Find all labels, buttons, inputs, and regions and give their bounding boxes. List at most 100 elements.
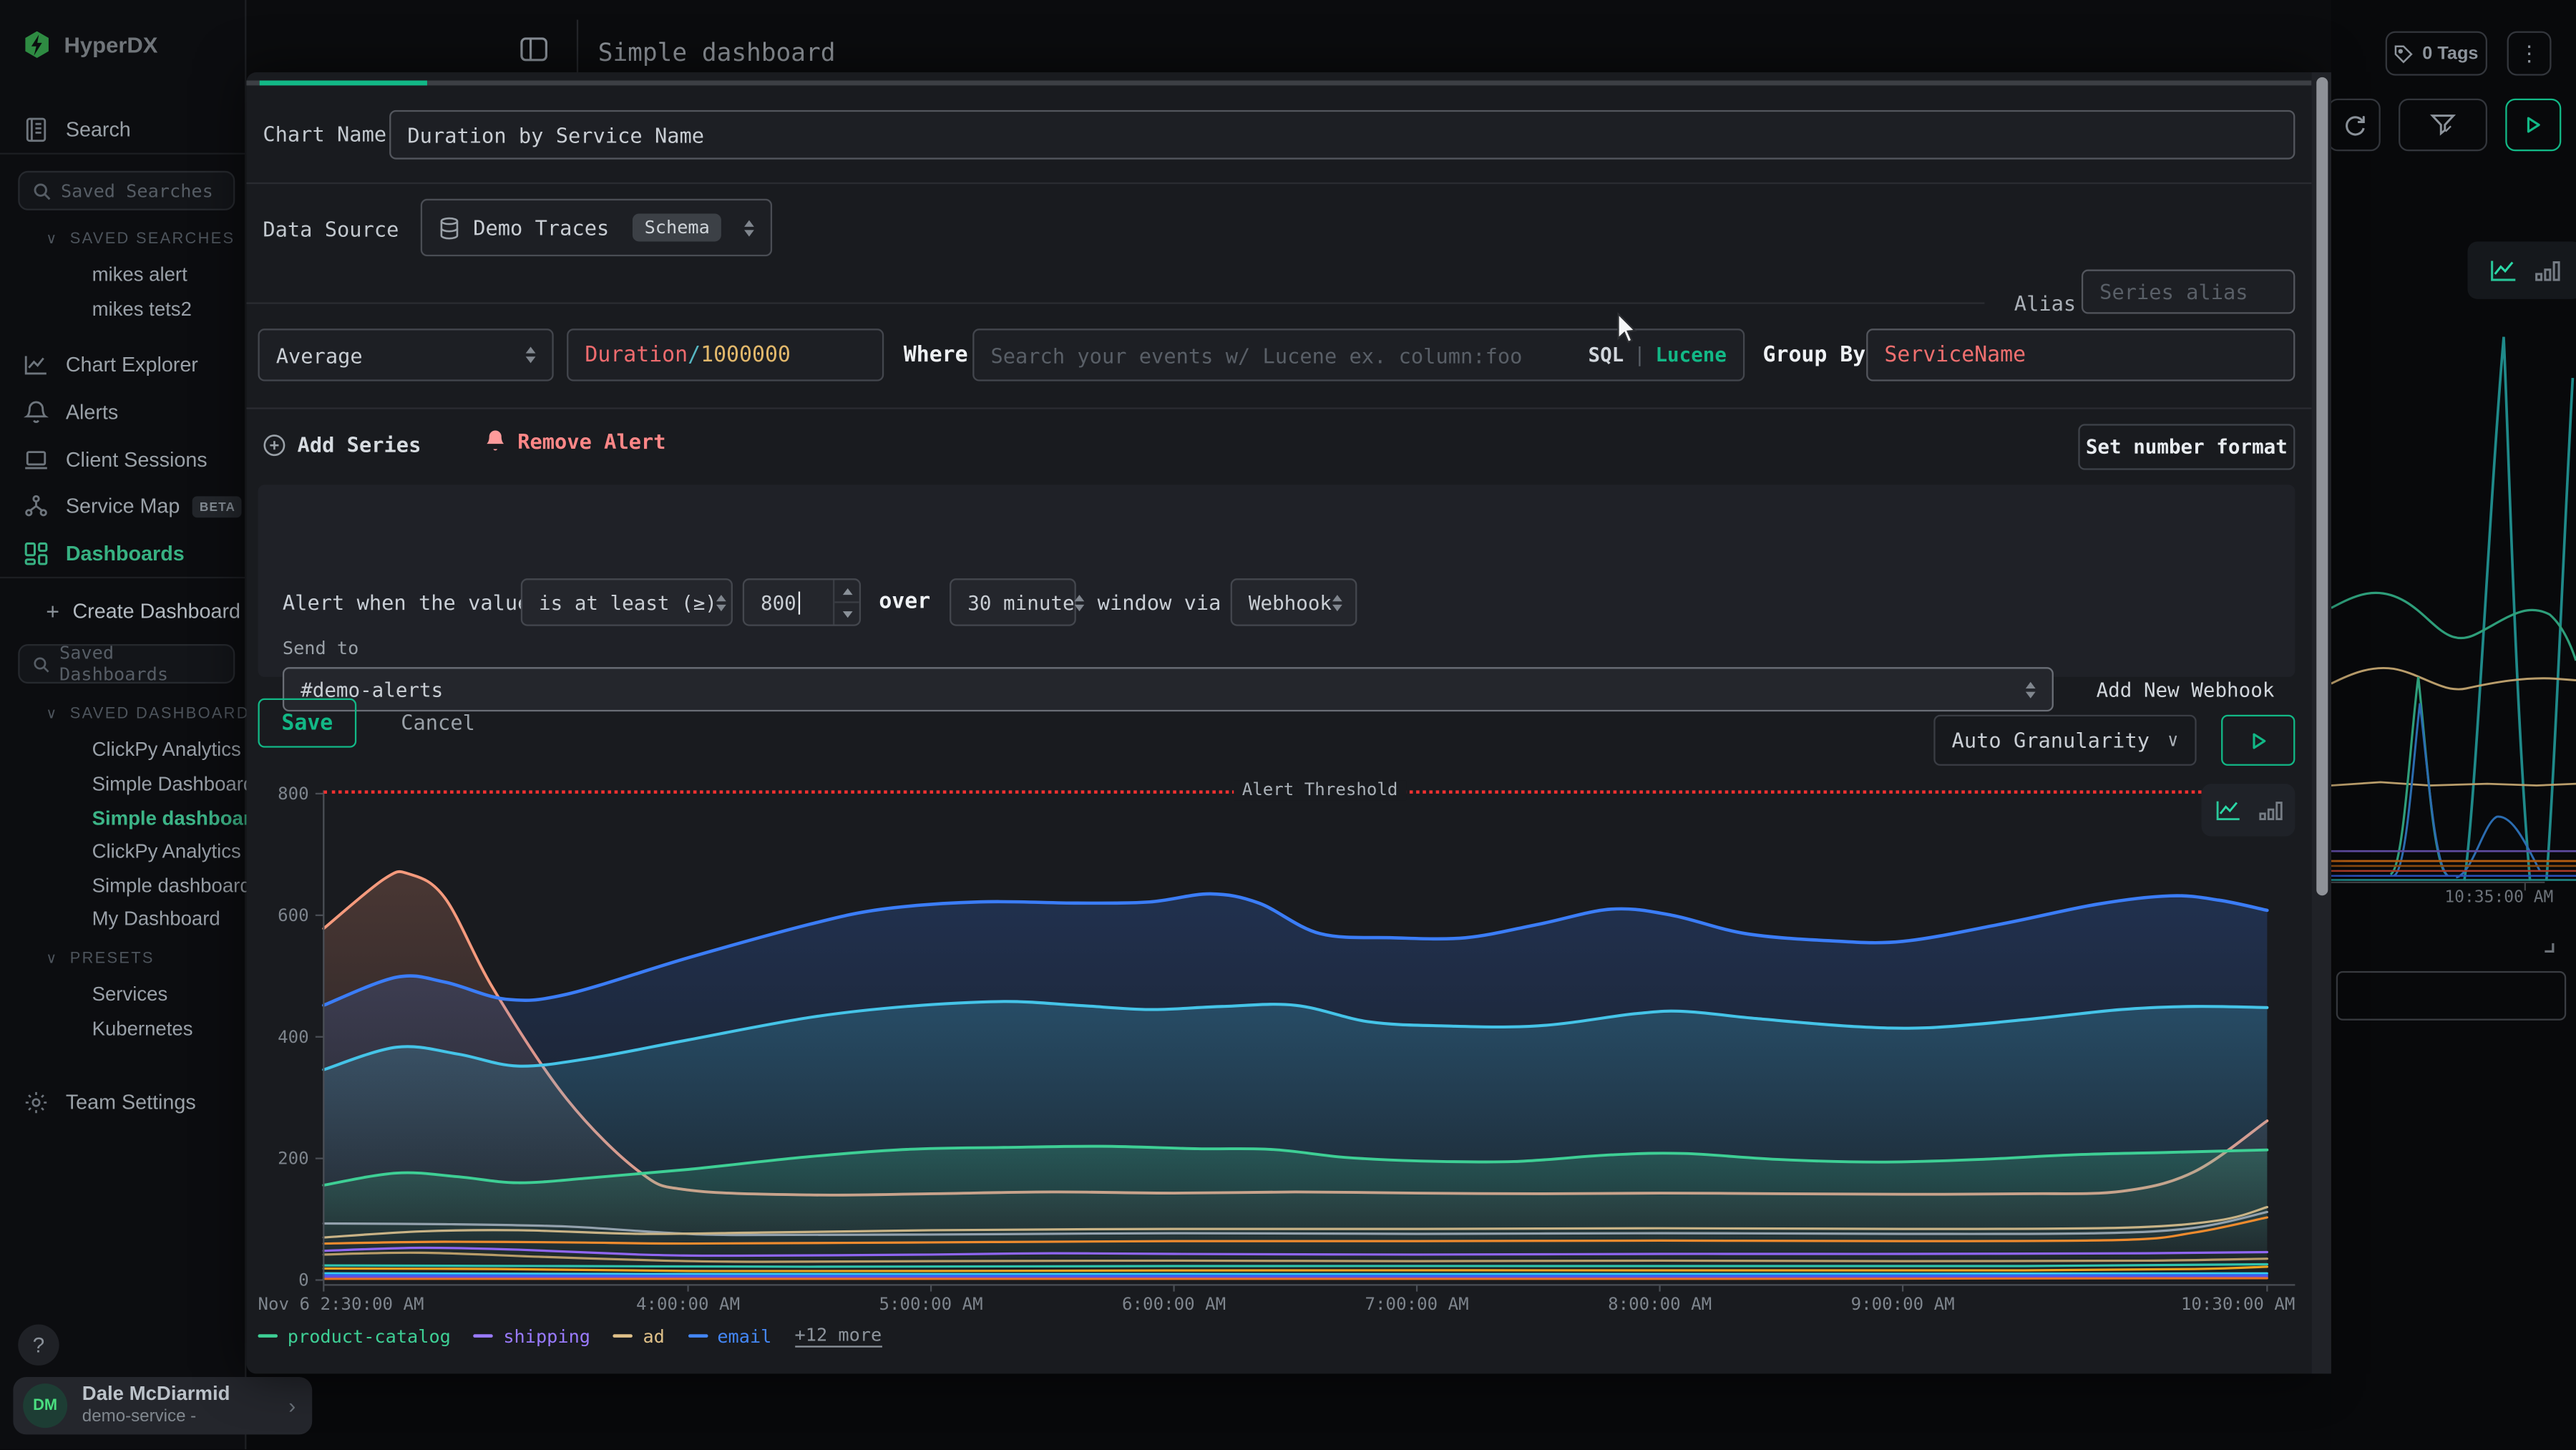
saved-dashboards-input[interactable]: Saved Dashboards (18, 644, 235, 683)
bar-chart-icon[interactable] (2258, 798, 2283, 822)
legend-swatch (688, 1334, 708, 1338)
brand[interactable]: HyperDX (23, 29, 157, 61)
sidebar-item-service-map[interactable]: Service Map BETA (0, 488, 246, 525)
create-dashboard-label: Create Dashboard (72, 600, 240, 623)
chevron-down-icon: ∨ (46, 950, 58, 968)
sidebar-item-label: Alerts (66, 401, 118, 424)
brand-name: HyperDX (64, 33, 158, 57)
section-label: PRESETS (70, 950, 155, 968)
saved-search-item[interactable]: mikes alert (92, 263, 187, 286)
y-tick-label: 600 (278, 905, 309, 925)
legend-item[interactable]: email (688, 1325, 771, 1347)
duration-chart: 0200400600800Nov 6 2:30:00 AM4:00:00 AM5… (246, 72, 2311, 1373)
saved-dashboards-placeholder: Saved Dashboards (59, 644, 220, 683)
legend-item[interactable]: product-catalog (258, 1325, 450, 1347)
play-icon (2524, 115, 2544, 135)
legend-item[interactable]: shipping (474, 1325, 590, 1347)
sidebar-divider (0, 577, 246, 578)
legend-item[interactable]: ad (613, 1325, 665, 1347)
x-tick-label: 10:30:00 AM (2181, 1294, 2296, 1314)
alert-threshold-label: Alert Threshold (1234, 781, 1406, 801)
gear-icon (23, 1089, 49, 1116)
saved-searches-placeholder: Saved Searches (61, 180, 213, 201)
dashboard-item[interactable]: My Dashboard (92, 907, 220, 930)
cyan2-line (323, 1273, 2267, 1274)
chart-explorer-icon (23, 351, 49, 378)
legend-label: email (717, 1325, 771, 1347)
sidebar-item-label: Service Map (66, 495, 180, 517)
sidebar-item-label: Client Sessions (66, 449, 208, 472)
dashboard-item[interactable]: ClickPy Analytics (92, 738, 241, 761)
x-tick-label: 4:00:00 AM (636, 1294, 740, 1314)
chevron-down-icon: ∨ (46, 705, 58, 723)
page-title: Simple dashboard (598, 38, 836, 67)
dashboard-item[interactable]: ClickPy Analytics (92, 840, 241, 862)
legend-label: ad (643, 1325, 664, 1347)
run-query-button[interactable] (2505, 99, 2561, 151)
sidebar-item-client-sessions[interactable]: Client Sessions (0, 442, 246, 479)
more-menu-button[interactable]: ⋮ (2507, 31, 2552, 76)
modal-scrollbar-thumb[interactable] (2316, 77, 2327, 895)
sidebar: HyperDX Search Saved Searches ∨ SAVED SE… (0, 0, 246, 1450)
search-doc-icon (23, 117, 49, 143)
magnifier-icon (33, 182, 51, 200)
sidebar-item-label: Chart Explorer (66, 354, 198, 376)
filter-icon (2430, 112, 2457, 138)
app-root: Simple dashboard 0 Tags ⋮ (0, 0, 2576, 1450)
service-map-icon (23, 493, 49, 520)
mouse-cursor (1616, 312, 1639, 345)
y-tick-label: 0 (298, 1270, 309, 1290)
x-tick-label: 7:00:00 AM (1365, 1294, 1469, 1314)
chart-type-toggle (2202, 784, 2296, 836)
preset-item[interactable]: Kubernetes (92, 1017, 193, 1040)
bar-chart-icon[interactable] (2535, 257, 2562, 283)
filter-button[interactable] (2399, 99, 2487, 151)
resize-handle-icon[interactable] (2538, 937, 2555, 953)
sidebar-item-label: Dashboards (66, 542, 185, 565)
blue2-line (323, 1275, 2267, 1276)
create-dashboard-button[interactable]: + Create Dashboard (0, 593, 246, 630)
saved-searches-input[interactable]: Saved Searches (18, 171, 235, 210)
section-label: SAVED SEARCHES (70, 230, 235, 248)
plus-icon: + (46, 598, 59, 625)
x-tick-label: 8:00:00 AM (1608, 1294, 1712, 1314)
dashboard-item[interactable]: Simple Dashboard (92, 772, 255, 795)
preset-item[interactable]: Services (92, 983, 168, 1006)
x-tick-label: 9:00:00 AM (1851, 1294, 1955, 1314)
line-chart-icon[interactable] (2489, 257, 2518, 283)
y-tick-label: 200 (278, 1149, 309, 1169)
x-tick-label: 6:00:00 AM (1122, 1294, 1226, 1314)
saved-search-item[interactable]: mikes tets2 (92, 298, 192, 321)
user-name: Dale McDiarmid (82, 1383, 230, 1407)
help-label: ? (33, 1333, 45, 1357)
tags-button[interactable]: 0 Tags (2386, 31, 2487, 76)
magnifier-icon (33, 655, 49, 673)
beta-badge: BETA (193, 495, 243, 517)
dashboard-item-active[interactable]: Simple dashboard (92, 807, 263, 829)
bg-panel-outline (2336, 971, 2566, 1021)
sidebar-item-chart-explorer[interactable]: Chart Explorer (0, 346, 246, 383)
sidebar-collapse-button[interactable] (519, 34, 549, 64)
sidebar-item-search[interactable]: Search (0, 112, 246, 148)
chart-legend: product-catalog shipping ad email +12 more (258, 1325, 882, 1348)
sidebar-item-alerts[interactable]: Alerts (0, 394, 246, 431)
bg-chart-toggle (2467, 242, 2576, 299)
legend-swatch (613, 1334, 633, 1338)
background-chart (2331, 312, 2576, 904)
chevron-down-icon: ∨ (46, 230, 58, 248)
refresh-button[interactable] (2328, 99, 2380, 151)
legend-more-link[interactable]: +12 more (795, 1325, 882, 1348)
section-saved-dashboards[interactable]: ∨ SAVED DASHBOARDS (46, 705, 261, 723)
panel-left-icon (519, 34, 549, 64)
help-button[interactable]: ? (18, 1325, 59, 1366)
section-presets[interactable]: ∨ PRESETS (46, 950, 154, 968)
line-chart-icon[interactable] (2214, 798, 2242, 822)
user-chip[interactable]: DM Dale McDiarmid demo-service - › (13, 1377, 312, 1434)
section-saved-searches[interactable]: ∨ SAVED SEARCHES (46, 230, 235, 248)
dashboard-item[interactable]: Simple dashboard (92, 874, 251, 897)
sidebar-item-team-settings[interactable]: Team Settings (0, 1084, 246, 1121)
y-tick-label: 400 (278, 1027, 309, 1047)
sidebar-item-dashboards[interactable]: Dashboards (0, 535, 246, 572)
sidebar-item-label: Search (66, 118, 131, 141)
tags-label: 0 Tags (2422, 44, 2478, 64)
